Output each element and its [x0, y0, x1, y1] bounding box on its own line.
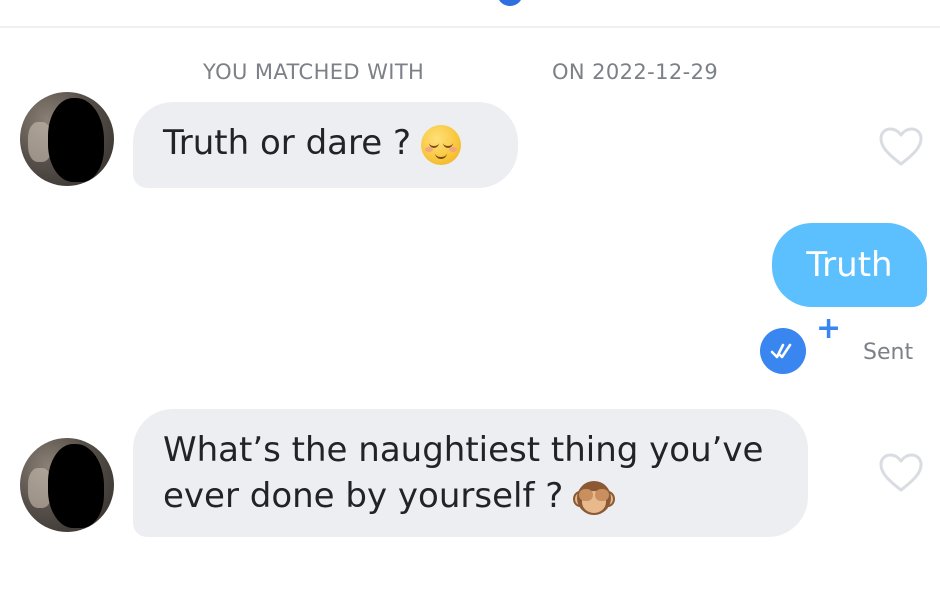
heart-outline-icon[interactable] — [878, 452, 924, 494]
match-header: YOU MATCHED WITH ON 2022-12-29 — [0, 60, 940, 86]
matched-with-label: YOU MATCHED WITH — [203, 60, 425, 84]
incoming-message-bubble[interactable]: What’s the naughtiest thing you’ve ever … — [133, 409, 808, 537]
incoming-message-bubble[interactable]: Truth or dare ? — [133, 102, 518, 188]
message-text-line-2: ever done by yourself ? — [163, 473, 778, 519]
profile-indicator-icon — [497, 0, 523, 6]
avatar[interactable] — [20, 438, 114, 532]
plus-icon[interactable]: + — [816, 314, 841, 344]
redaction-mark — [48, 98, 104, 182]
read-receipt: + — [760, 314, 850, 382]
see-no-evil-monkey-emoji-icon — [573, 477, 616, 519]
top-bar — [0, 0, 940, 28]
heart-outline-icon[interactable] — [878, 126, 924, 168]
outgoing-message-bubble[interactable]: Truth — [772, 223, 927, 307]
matched-date-label: ON 2022-12-29 — [552, 60, 719, 84]
sent-status-label: Sent — [863, 340, 914, 365]
redaction-mark — [48, 444, 104, 528]
relieved-face-emoji-icon — [421, 124, 461, 165]
chat-screen: YOU MATCHED WITH ON 2022-12-29 Truth or … — [0, 0, 940, 615]
message-text-line: What’s the naughtiest thing you’ve — [163, 430, 764, 470]
message-text: Truth or dare ? — [163, 123, 411, 163]
message-text: Truth — [806, 245, 893, 285]
avatar[interactable] — [20, 92, 114, 186]
double-check-icon — [760, 328, 806, 374]
